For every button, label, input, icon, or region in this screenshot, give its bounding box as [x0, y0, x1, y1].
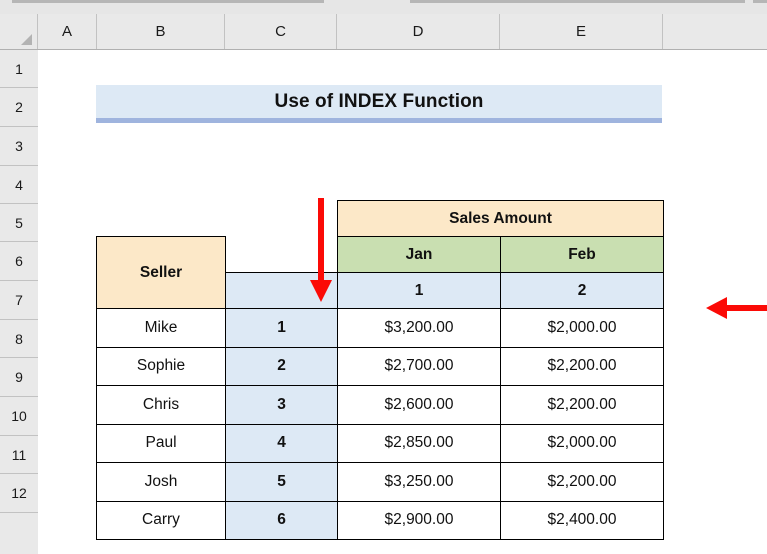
- row-header-8[interactable]: 8: [0, 320, 38, 358]
- cell-feb-amount: $2,400.00: [500, 500, 664, 540]
- ribbon-strip: [0, 0, 767, 14]
- row-header-13[interactable]: [0, 513, 38, 554]
- header-month-feb: Feb: [500, 236, 664, 273]
- column-header-c[interactable]: C: [225, 14, 337, 49]
- ribbon-segment-1: [12, 0, 324, 3]
- row-header-10[interactable]: 10: [0, 397, 38, 436]
- table-row: Carry 6 $2,900.00 $2,400.00: [96, 500, 664, 540]
- cell-jan-amount: $3,200.00: [337, 308, 501, 348]
- column-header-a[interactable]: A: [38, 14, 97, 49]
- worksheet-grid[interactable]: Use of INDEX Function Sales Amount Selle…: [39, 50, 767, 554]
- title-banner: Use of INDEX Function: [96, 85, 662, 123]
- row-header-1[interactable]: 1: [0, 50, 38, 88]
- table-row-group-header: Sales Amount: [97, 200, 664, 237]
- cell-row-index: 6: [225, 500, 338, 540]
- cell-seller: Josh: [96, 462, 226, 502]
- row-header-2[interactable]: 2: [0, 88, 38, 127]
- cell-feb-amount: $2,200.00: [500, 385, 664, 425]
- ribbon-segment-3: [753, 0, 767, 3]
- cell-seller: Carry: [96, 500, 226, 540]
- select-all-triangle-icon: [21, 34, 32, 45]
- row-header-4[interactable]: 4: [0, 166, 38, 204]
- cell-feb-amount: $2,000.00: [500, 423, 664, 463]
- cell-row-index: 2: [225, 346, 338, 386]
- column-header-f[interactable]: [663, 14, 767, 49]
- table-row: Paul 4 $2,850.00 $2,000.00: [96, 423, 664, 463]
- column-header-b[interactable]: B: [97, 14, 225, 49]
- select-all-corner[interactable]: [0, 14, 38, 49]
- cell-jan-amount: $2,700.00: [337, 346, 501, 386]
- group-header-sales-amount: Sales Amount: [337, 200, 664, 237]
- cell-feb-amount: $2,200.00: [500, 346, 664, 386]
- table-row: Sophie 2 $2,700.00 $2,200.00: [96, 346, 664, 386]
- row-header-5[interactable]: 5: [0, 204, 38, 242]
- column-header-bar: A B C D E: [0, 14, 767, 50]
- column-header-e[interactable]: E: [500, 14, 663, 49]
- row-header-bar: 1 2 3 4 5 6 7 8 9 10 11 12: [0, 50, 38, 554]
- table-row: Josh 5 $3,250.00 $2,200.00: [96, 462, 664, 502]
- header-seller: Seller: [96, 236, 226, 309]
- ribbon-segment-2: [410, 0, 745, 3]
- cell-row-index: 4: [225, 423, 338, 463]
- row-header-12[interactable]: 12: [0, 474, 38, 513]
- cell-jan-amount: $2,850.00: [337, 423, 501, 463]
- column-header-d[interactable]: D: [337, 14, 500, 49]
- table-row: Chris 3 $2,600.00 $2,200.00: [96, 385, 664, 425]
- row-header-7[interactable]: 7: [0, 281, 38, 320]
- cell-row-index: 5: [225, 462, 338, 502]
- table-row: Mike 1 $3,200.00 $2,000.00: [96, 308, 664, 348]
- index-cell-feb-column: 2: [500, 272, 664, 309]
- spacer-cell-b4: [97, 201, 226, 237]
- index-cell-jan-column: 1: [337, 272, 501, 309]
- row-header-3[interactable]: 3: [0, 127, 38, 166]
- table-row-month-header: Seller Jan Feb: [96, 236, 664, 309]
- page-title: Use of INDEX Function: [274, 90, 484, 112]
- cell-seller: Paul: [96, 423, 226, 463]
- cell-seller: Mike: [96, 308, 226, 348]
- row-header-11[interactable]: 11: [0, 436, 38, 474]
- sales-table: Sales Amount Seller Jan Feb 1 2 Mike 1 $…: [96, 200, 664, 540]
- cell-seller: Sophie: [96, 346, 226, 386]
- annotation-arrow-down-icon: [310, 198, 332, 302]
- cell-row-index: 3: [225, 385, 338, 425]
- header-month-jan: Jan: [337, 236, 501, 273]
- row-header-6[interactable]: 6: [0, 242, 38, 281]
- cell-jan-amount: $2,900.00: [337, 500, 501, 540]
- cell-row-index: 1: [225, 308, 338, 348]
- cell-feb-amount: $2,200.00: [500, 462, 664, 502]
- annotation-arrow-left-icon: [706, 297, 767, 319]
- excel-worksheet: A B C D E 1 2 3 4 5 6 7 8 9 10 11 12 Use…: [0, 0, 767, 554]
- cell-feb-amount: $2,000.00: [500, 308, 664, 348]
- cell-jan-amount: $2,600.00: [337, 385, 501, 425]
- cell-jan-amount: $3,250.00: [337, 462, 501, 502]
- cell-seller: Chris: [96, 385, 226, 425]
- row-header-9[interactable]: 9: [0, 358, 38, 397]
